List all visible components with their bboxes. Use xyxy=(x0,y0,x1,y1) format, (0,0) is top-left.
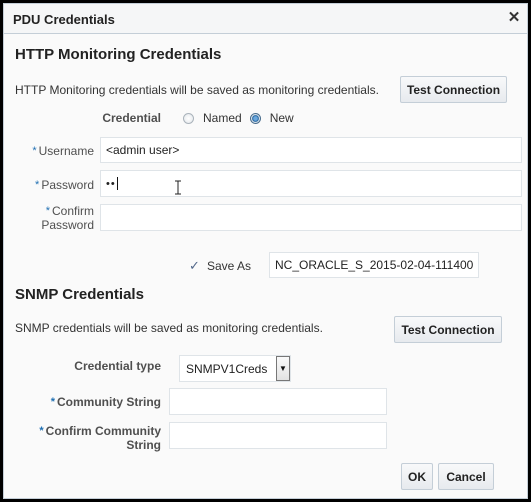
required-marker: * xyxy=(45,205,50,217)
snmp-section-title: SNMP Credentials xyxy=(15,286,144,303)
required-marker: * xyxy=(50,396,55,408)
credential-type-label: Credential type xyxy=(74,359,161,373)
save-as-check-icon: ✓ xyxy=(189,258,200,273)
save-as-label: Save As xyxy=(207,259,252,273)
snmp-test-connection-button[interactable]: Test Connection xyxy=(394,316,502,343)
credential-new-label[interactable]: New xyxy=(270,111,294,125)
dialog-titlebar: PDU Credentials ✕ xyxy=(4,4,527,34)
password-input[interactable]: •• xyxy=(100,170,522,197)
confirm-password-input[interactable] xyxy=(100,204,522,231)
credential-named-radio[interactable] xyxy=(183,112,194,124)
confirm-community-string-input[interactable] xyxy=(169,422,387,449)
save-as-input[interactable]: NC_ORACLE_S_2015-02-04-111400 xyxy=(269,252,479,278)
close-icon[interactable]: ✕ xyxy=(506,10,522,26)
text-caret xyxy=(116,177,118,190)
required-marker: * xyxy=(39,425,44,437)
required-marker: * xyxy=(35,179,40,191)
confirm-password-label: * Confirm Password xyxy=(41,204,94,232)
ibeam-cursor-icon xyxy=(175,180,181,195)
username-input[interactable]: <admin user> xyxy=(100,137,522,163)
ok-button[interactable]: OK xyxy=(401,463,433,490)
credential-label: Credential xyxy=(102,111,161,125)
credential-type-select[interactable]: SNMPV1Creds ▼ xyxy=(179,355,291,382)
confirm-community-string-label: * Confirm Community String xyxy=(39,424,161,452)
credential-named-label[interactable]: Named xyxy=(203,111,242,125)
community-string-input[interactable] xyxy=(169,388,387,415)
required-marker: * xyxy=(32,145,37,157)
dialog-title: PDU Credentials xyxy=(13,12,115,27)
credential-new-radio[interactable] xyxy=(249,112,261,124)
cancel-button[interactable]: Cancel xyxy=(438,463,494,490)
http-section-title: HTTP Monitoring Credentials xyxy=(15,46,222,63)
password-label: * Password xyxy=(35,178,94,192)
username-label: * Username xyxy=(32,144,94,158)
http-description: HTTP Monitoring credentials will be save… xyxy=(15,83,379,97)
snmp-description: SNMP credentials will be saved as monito… xyxy=(15,321,323,335)
credential-radio-group: Named New xyxy=(183,111,302,125)
http-test-connection-button[interactable]: Test Connection xyxy=(400,76,507,103)
community-string-label: * Community String xyxy=(50,395,161,409)
pdu-credentials-dialog: PDU Credentials ✕ HTTP Monitoring Creden… xyxy=(3,3,528,499)
chevron-down-icon[interactable]: ▼ xyxy=(276,356,290,381)
